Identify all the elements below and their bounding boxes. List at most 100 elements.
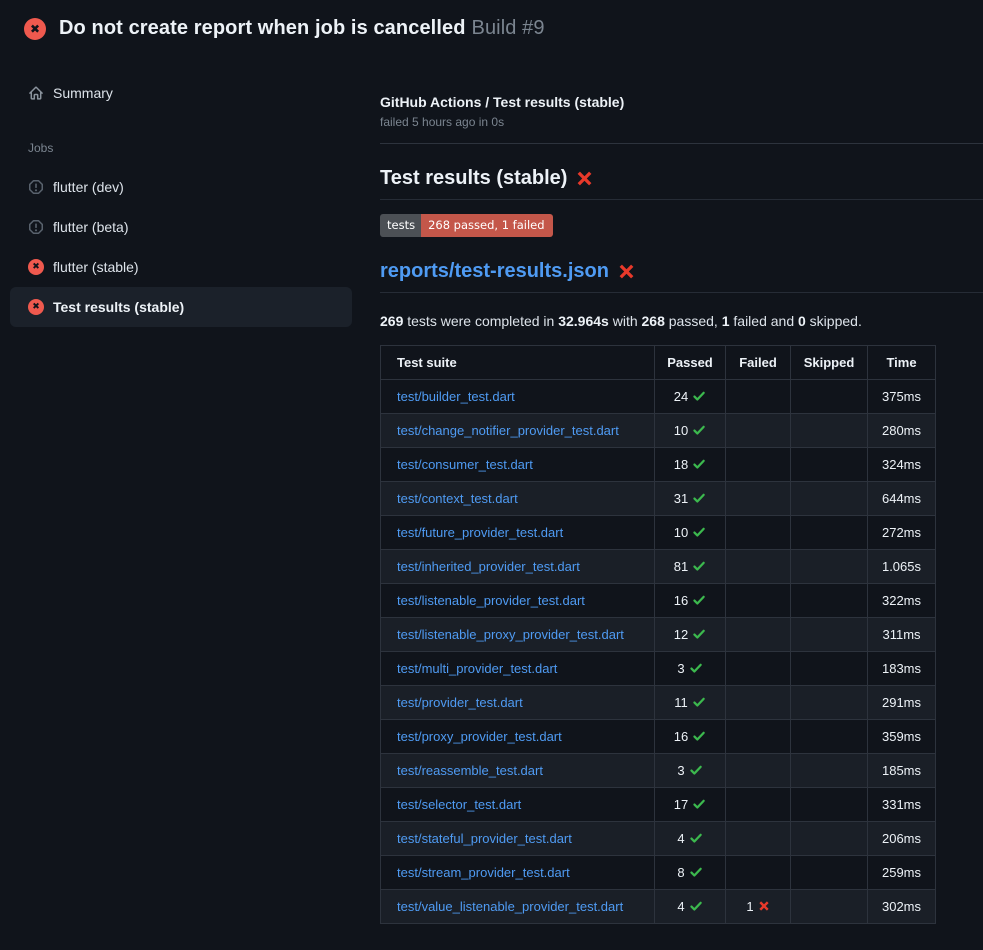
table-row: test/provider_test.dart 11 291ms	[381, 685, 936, 719]
suite-link[interactable]: test/stateful_provider_test.dart	[397, 831, 572, 846]
time-cell: 359ms	[868, 719, 936, 753]
time-cell: 324ms	[868, 447, 936, 481]
suite-cell: test/provider_test.dart	[381, 685, 655, 719]
suite-link[interactable]: test/listenable_proxy_provider_test.dart	[397, 627, 624, 642]
passed-cell: 10	[655, 413, 726, 447]
passed-cell: 24	[655, 379, 726, 413]
passed-cell: 16	[655, 583, 726, 617]
suite-link[interactable]: test/multi_provider_test.dart	[397, 661, 557, 676]
build-number: Build #9	[472, 17, 545, 39]
failed-cell	[726, 651, 791, 685]
check-icon	[692, 695, 706, 709]
table-row: test/value_listenable_provider_test.dart…	[381, 889, 936, 923]
failed-cell	[726, 515, 791, 549]
sidebar-job-label: Test results (stable)	[53, 299, 184, 315]
passed-cell: 10	[655, 515, 726, 549]
sidebar-job-item[interactable]: ✖ Test results (stable)	[10, 287, 352, 327]
skipped-cell	[791, 821, 868, 855]
suite-cell: test/context_test.dart	[381, 481, 655, 515]
table-row: test/listenable_proxy_provider_test.dart…	[381, 617, 936, 651]
check-icon	[689, 763, 703, 777]
table-row: test/context_test.dart 31 644ms	[381, 481, 936, 515]
time-cell: 291ms	[868, 685, 936, 719]
suite-link[interactable]: test/future_provider_test.dart	[397, 525, 563, 540]
skipped-cell	[791, 753, 868, 787]
skipped-cell	[791, 787, 868, 821]
passed-cell: 3	[655, 651, 726, 685]
check-icon	[689, 899, 703, 913]
suite-link[interactable]: test/change_notifier_provider_test.dart	[397, 423, 619, 438]
suite-link[interactable]: test/value_listenable_provider_test.dart	[397, 899, 623, 914]
suite-cell: test/stateful_provider_test.dart	[381, 821, 655, 855]
passed-cell: 18	[655, 447, 726, 481]
results-table: Test suite Passed Failed Skipped Time te…	[380, 345, 936, 924]
table-row: test/reassemble_test.dart 3 185ms	[381, 753, 936, 787]
failed-cross-icon	[618, 263, 635, 280]
table-row: test/stateful_provider_test.dart 4 206ms	[381, 821, 936, 855]
suite-cell: test/listenable_provider_test.dart	[381, 583, 655, 617]
check-icon	[692, 593, 706, 607]
skipped-cell	[791, 413, 868, 447]
failed-cell	[726, 379, 791, 413]
suite-link[interactable]: test/listenable_provider_test.dart	[397, 593, 585, 608]
suite-link[interactable]: test/provider_test.dart	[397, 695, 523, 710]
failed-cell: 1	[726, 889, 791, 923]
section-heading: Test results (stable)	[380, 167, 983, 200]
sidebar-job-label: flutter (stable)	[53, 259, 139, 275]
failed-cell	[726, 685, 791, 719]
time-cell: 272ms	[868, 515, 936, 549]
time-cell: 280ms	[868, 413, 936, 447]
suite-cell: test/change_notifier_provider_test.dart	[381, 413, 655, 447]
suite-link[interactable]: test/inherited_provider_test.dart	[397, 559, 580, 574]
check-icon	[689, 661, 703, 675]
check-icon	[692, 729, 706, 743]
suite-cell: test/builder_test.dart	[381, 379, 655, 413]
failed-cell	[726, 481, 791, 515]
sidebar-job-item[interactable]: flutter (beta)	[10, 207, 352, 247]
col-header-failed: Failed	[726, 345, 791, 379]
suite-link[interactable]: test/stream_provider_test.dart	[397, 865, 570, 880]
passed-cell: 12	[655, 617, 726, 651]
suite-link[interactable]: test/proxy_provider_test.dart	[397, 729, 562, 744]
suite-link[interactable]: test/consumer_test.dart	[397, 457, 533, 472]
passed-cell: 17	[655, 787, 726, 821]
time-cell: 375ms	[868, 379, 936, 413]
failed-cross-icon	[576, 170, 593, 187]
build-title-line: Do not create report when job is cancell…	[59, 17, 545, 40]
time-cell: 311ms	[868, 617, 936, 651]
failed-cell	[726, 447, 791, 481]
tests-badge: tests 268 passed, 1 failed	[380, 214, 553, 237]
col-header-skipped: Skipped	[791, 345, 868, 379]
time-cell: 331ms	[868, 787, 936, 821]
skipped-cell	[791, 889, 868, 923]
check-icon	[692, 627, 706, 641]
sidebar-item-summary[interactable]: Summary	[10, 73, 352, 113]
time-cell: 322ms	[868, 583, 936, 617]
section-title: Test results (stable)	[380, 167, 567, 190]
suite-link[interactable]: test/builder_test.dart	[397, 389, 515, 404]
report-link[interactable]: reports/test-results.json	[380, 260, 609, 283]
suite-link[interactable]: test/selector_test.dart	[397, 797, 521, 812]
skipped-cell	[791, 583, 868, 617]
check-icon	[692, 423, 706, 437]
time-cell: 185ms	[868, 753, 936, 787]
sidebar-job-item[interactable]: ✖ flutter (stable)	[10, 247, 352, 287]
jobs-section-label: Jobs	[28, 141, 380, 155]
table-row: test/inherited_provider_test.dart 81 1.0…	[381, 549, 936, 583]
build-failed-icon: ✖	[24, 18, 46, 40]
sidebar-job-item[interactable]: flutter (dev)	[10, 167, 352, 207]
cancelled-icon	[28, 219, 44, 235]
suite-link[interactable]: test/reassemble_test.dart	[397, 763, 543, 778]
failed-cell	[726, 413, 791, 447]
skipped-cell	[791, 617, 868, 651]
check-icon	[689, 865, 703, 879]
sidebar-job-label: flutter (beta)	[53, 219, 128, 235]
suite-link[interactable]: test/context_test.dart	[397, 491, 518, 506]
failed-cell	[726, 719, 791, 753]
table-row: test/consumer_test.dart 18 324ms	[381, 447, 936, 481]
table-row: test/change_notifier_provider_test.dart …	[381, 413, 936, 447]
time-cell: 644ms	[868, 481, 936, 515]
cross-icon	[758, 900, 770, 912]
skipped-cell	[791, 685, 868, 719]
skipped-cell	[791, 719, 868, 753]
